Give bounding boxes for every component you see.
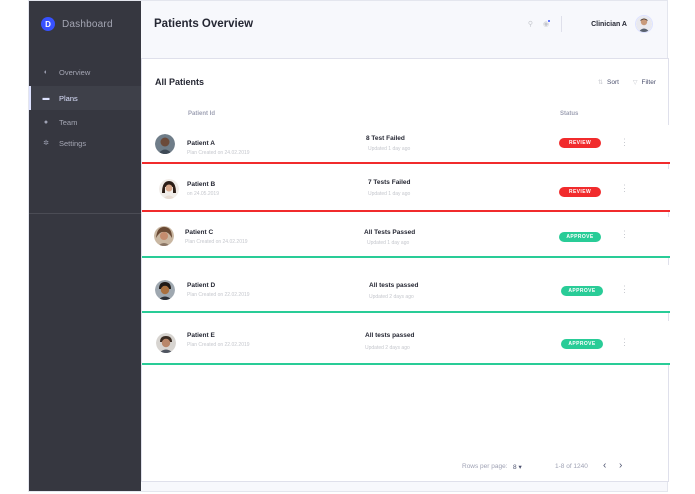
row-status-line [142, 162, 670, 164]
pie-chart-icon: ◐ [43, 68, 49, 76]
more-options-icon[interactable]: ⋮ [620, 337, 629, 348]
updated-time: Updated 1 day ago [367, 240, 410, 246]
sidebar-divider [29, 213, 141, 214]
table-row[interactable]: Patient C Plan Created on 24.02.2019 All… [142, 217, 670, 258]
user-avatar-icon [636, 16, 652, 32]
table-row[interactable]: Patient E Plan Created on 22.02.2019 All… [142, 321, 670, 365]
status-badge[interactable]: APPROVE [559, 232, 601, 242]
pagination-range: 1-8 of 1240 [555, 463, 588, 470]
sort-button[interactable]: ⇅ Sort [598, 79, 619, 86]
logo-icon: D [41, 17, 55, 31]
patient-name: Patient C [185, 229, 214, 236]
person-icon: ● [43, 118, 49, 126]
patient-avatar-icon [159, 179, 179, 199]
avatar [155, 134, 175, 154]
brand-title: Dashboard [62, 18, 113, 30]
patient-subtitle: Plan Created on 24.02.2019 [187, 150, 250, 156]
test-result: All Tests Passed [364, 229, 416, 236]
sidebar-nav: ◐ Overview ▬ Plans ● Team ✲ Settings [29, 60, 141, 155]
patient-avatar-icon [155, 280, 175, 300]
patient-subtitle: on 24.05.2019 [187, 191, 219, 197]
row-status-line [142, 311, 670, 313]
updated-time: Updated 2 days ago [365, 345, 410, 351]
avatar [156, 333, 176, 353]
patient-name: Patient A [187, 140, 215, 147]
updated-time: Updated 1 day ago [368, 191, 411, 197]
table-row[interactable]: Patient B on 24.05.2019 7 Tests Failed U… [142, 169, 670, 212]
patient-subtitle: Plan Created on 24.02.2019 [185, 239, 248, 245]
row-status-line [142, 256, 670, 258]
user-name[interactable]: Clinician A [591, 21, 627, 28]
table-pagination: Rows per page: 8 ▾ 1-8 of 1240 ‹ › [142, 459, 670, 475]
patient-name: Patient B [187, 181, 216, 188]
more-options-icon[interactable]: ⋮ [620, 137, 629, 148]
rows-per-page-label: Rows per page: [462, 463, 508, 470]
app-window: D Dashboard ◐ Overview ▬ Plans ● Team ✲ … [28, 0, 670, 492]
sidebar-item-label: Team [59, 117, 78, 127]
chevron-down-icon: ▾ [518, 464, 522, 471]
status-badge[interactable]: REVIEW [559, 138, 601, 148]
patient-name: Patient D [187, 282, 216, 289]
patient-avatar-icon [155, 134, 175, 154]
sidebar-item-plans[interactable]: ▬ Plans [29, 86, 141, 110]
gear-icon: ✲ [43, 140, 49, 147]
search-icon[interactable]: ⚲ [528, 20, 533, 28]
header-actions: ⚲ ◉ Clinician A [528, 15, 653, 33]
rows-per-page-select[interactable]: 8 ▾ [513, 463, 522, 471]
patient-subtitle: Plan Created on 22.02.2019 [187, 342, 250, 348]
rows-per-page-value: 8 [513, 464, 517, 471]
row-status-line [142, 210, 670, 212]
filter-icon: ▽ [632, 80, 638, 86]
chevron-right-icon[interactable]: › [619, 460, 622, 471]
table-row[interactable]: Patient A Plan Created on 24.02.2019 8 T… [142, 125, 670, 164]
bell-icon[interactable]: ◉ [543, 19, 552, 28]
updated-time: Updated 2 days ago [369, 294, 414, 300]
column-header-status[interactable]: Status [560, 111, 578, 117]
status-badge[interactable]: REVIEW [559, 187, 601, 197]
more-options-icon[interactable]: ⋮ [620, 183, 629, 194]
card-title: All Patients [155, 77, 205, 87]
patient-avatar-icon [154, 226, 174, 246]
avatar [159, 179, 179, 199]
status-badge[interactable]: APPROVE [561, 286, 603, 296]
sidebar-item-label: Settings [59, 138, 87, 148]
test-result: All tests passed [369, 282, 419, 289]
sidebar: D Dashboard ◐ Overview ▬ Plans ● Team ✲ … [29, 1, 141, 491]
sidebar-item-settings[interactable]: ✲ Settings [29, 131, 141, 155]
test-result: All tests passed [365, 332, 415, 339]
filter-label: Filter [641, 79, 656, 86]
avatar[interactable] [635, 15, 653, 33]
row-status-line [142, 363, 670, 365]
patient-name: Patient E [187, 332, 215, 339]
avatar [155, 280, 175, 300]
sidebar-item-label: Plans [59, 93, 78, 103]
notification-dot [547, 19, 552, 23]
updated-time: Updated 1 day ago [368, 146, 411, 152]
ticket-icon: ▬ [42, 94, 50, 102]
more-options-icon[interactable]: ⋮ [620, 229, 629, 240]
filter-button[interactable]: ▽ Filter [633, 79, 656, 86]
sort-icon: ⇅ [597, 80, 603, 86]
header-divider [561, 16, 563, 32]
patient-subtitle: Plan Created on 22.02.2019 [187, 292, 250, 298]
test-result: 7 Tests Failed [368, 179, 411, 186]
sidebar-item-overview[interactable]: ◐ Overview [29, 60, 141, 84]
status-badge[interactable]: APPROVE [561, 339, 603, 349]
avatar [154, 226, 174, 246]
brand[interactable]: D Dashboard [41, 17, 113, 31]
page-title: Patients Overview [154, 18, 254, 30]
sidebar-item-label: Overview [59, 67, 91, 77]
table-row[interactable]: Patient D Plan Created on 22.02.2019 All… [142, 265, 670, 313]
column-header-patient[interactable]: Patient Id [188, 111, 215, 117]
sort-label: Sort [607, 79, 619, 86]
table-tools: ⇅ Sort ▽ Filter [584, 79, 656, 86]
patient-avatar-icon [156, 333, 176, 353]
patients-card: All Patients ⇅ Sort ▽ Filter Patient Id … [141, 58, 670, 482]
chevron-left-icon[interactable]: ‹ [603, 460, 606, 471]
more-options-icon[interactable]: ⋮ [620, 284, 629, 295]
test-result: 8 Test Failed [366, 135, 405, 142]
